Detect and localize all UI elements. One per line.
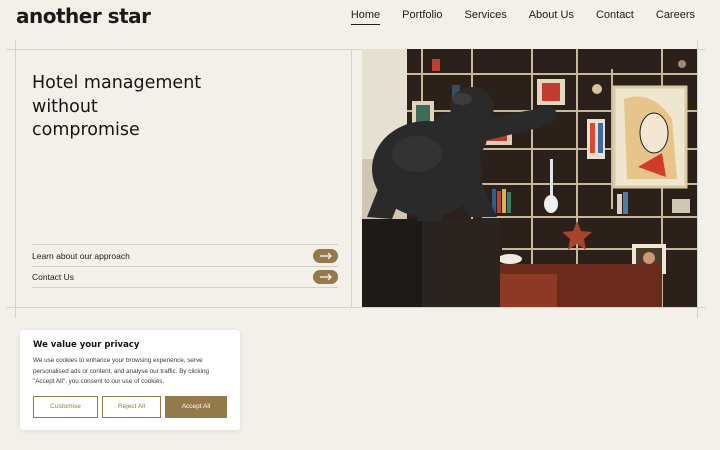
nav-item-about-us[interactable]: About Us xyxy=(529,9,574,25)
hero-title: Hotel management without compromise xyxy=(32,72,232,143)
frame-line-bottom xyxy=(6,307,706,308)
nav-item-portfolio[interactable]: Portfolio xyxy=(402,9,442,25)
arrow-right-icon[interactable] xyxy=(313,248,338,263)
cookie-banner: We value your privacy We use cookies to … xyxy=(20,330,240,430)
arrow-right-icon[interactable] xyxy=(313,270,338,284)
hero-title-line: compromise xyxy=(32,120,140,140)
customise-button[interactable]: Customise xyxy=(33,395,98,418)
accept-all-button[interactable]: Accept All xyxy=(165,395,227,418)
cookie-buttons: Customise Reject All Accept All xyxy=(33,395,227,418)
nav-item-contact[interactable]: Contact xyxy=(596,9,634,25)
frame-line-left xyxy=(15,40,16,318)
hotel-lobby-illustration xyxy=(362,49,697,307)
brand-logo[interactable]: another star xyxy=(16,4,151,28)
contact-us-link-label: Contact Us xyxy=(32,272,75,282)
approach-link[interactable]: Learn about our approach xyxy=(32,244,338,266)
hero-image xyxy=(362,49,697,307)
nav-item-careers[interactable]: Careers xyxy=(656,9,695,25)
contact-us-link[interactable]: Contact Us xyxy=(32,266,338,288)
hero-title-line: without xyxy=(32,96,98,117)
nav-item-home[interactable]: Home xyxy=(350,9,381,25)
frame-line-middle xyxy=(351,49,352,307)
approach-link-label: Learn about our approach xyxy=(32,250,130,261)
frame-line-right xyxy=(697,40,698,318)
reject-all-button[interactable]: Reject All xyxy=(102,395,161,418)
nav-item-services[interactable]: Services xyxy=(465,9,507,25)
cookie-text: We use cookies to enhance your browsing … xyxy=(33,357,209,385)
cookie-title: We value your privacy xyxy=(33,340,140,350)
main-nav: Home Portfolio Services About Us Contact… xyxy=(329,9,695,25)
hero-title-line: Hotel management xyxy=(32,73,202,93)
